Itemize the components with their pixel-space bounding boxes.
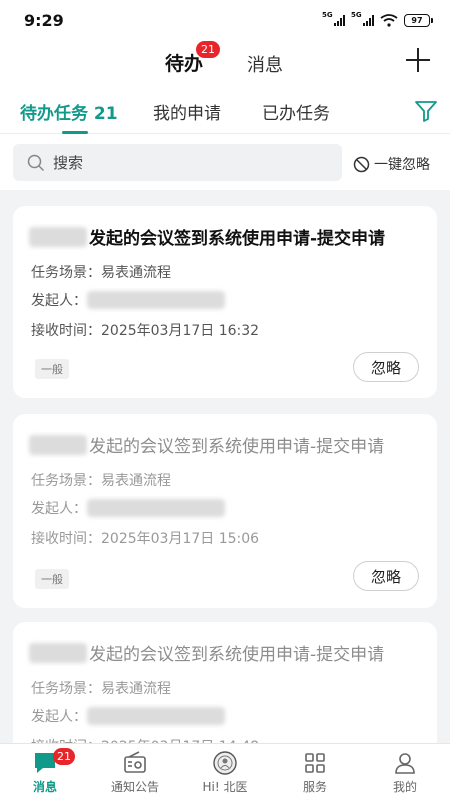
task-initiator: 发起人： <box>31 706 225 726</box>
search-row: 搜索 一键忽略 <box>0 134 450 190</box>
filter-icon[interactable] <box>414 100 438 122</box>
blurred-name <box>29 226 87 247</box>
nav-services[interactable]: 服务 <box>270 744 360 800</box>
subtab-done[interactable]: 已办任务 <box>262 99 330 124</box>
battery-icon: 97 <box>404 13 433 27</box>
nav-notices-label: 通知公告 <box>110 780 159 794</box>
priority-tag: 一般 <box>35 569 69 589</box>
blurred-initiator <box>87 291 225 309</box>
search-icon <box>27 154 45 171</box>
blurred-name <box>29 642 87 663</box>
status-icons: 5G 5G 97 <box>322 11 433 27</box>
signal-icon-2: 5G <box>351 11 374 26</box>
emblem-icon <box>213 751 237 775</box>
ignore-all-label: 一键忽略 <box>374 157 430 173</box>
task-card[interactable]: 发起的会议签到系统使用申请-提交申请 任务场景： 易表通流程 发起人： 接收时间… <box>13 414 437 608</box>
task-time: 接收时间： 2025年03月17日 15:06 <box>31 531 260 547</box>
search-placeholder: 搜索 <box>53 154 84 172</box>
subtab-bar: 待办任务 21 我的申请 已办任务 <box>0 86 450 134</box>
ignore-all-button[interactable]: 一键忽略 <box>353 154 430 174</box>
task-title: 发起的会议签到系统使用申请-提交申请 <box>29 432 384 457</box>
subtab-pending[interactable]: 待办任务 21 <box>20 99 118 124</box>
grid-icon <box>305 753 325 773</box>
signal-icon: 5G <box>322 11 345 26</box>
ignore-button[interactable]: 忽略 <box>353 352 419 382</box>
blurred-initiator <box>87 499 225 517</box>
task-time: 接收时间： 2025年03月17日 16:32 <box>31 323 260 339</box>
ban-icon <box>353 156 370 172</box>
nav-mine-label: 我的 <box>392 780 417 794</box>
battery-level: 97 <box>411 15 423 25</box>
add-icon[interactable] <box>404 46 432 74</box>
status-time: 9:29 <box>24 10 64 30</box>
nav-messages[interactable]: 消息 21 <box>0 744 90 800</box>
status-bar: 9:29 5G 5G 97 <box>0 0 450 40</box>
ignore-button[interactable]: 忽略 <box>353 561 419 591</box>
priority-tag: 一般 <box>35 359 69 379</box>
task-title: 发起的会议签到系统使用申请-提交申请 <box>29 640 384 665</box>
user-icon <box>395 753 415 774</box>
task-initiator: 发起人： <box>31 498 225 518</box>
search-input[interactable]: 搜索 <box>13 144 342 181</box>
task-scene: 任务场景： 易表通流程 <box>31 681 171 697</box>
nav-messages-label: 消息 <box>32 780 57 794</box>
blurred-initiator <box>87 707 225 725</box>
blurred-name <box>29 434 87 455</box>
task-title: 发起的会议签到系统使用申请-提交申请 <box>29 224 385 249</box>
task-initiator: 发起人： <box>31 290 225 310</box>
todo-badge: 21 <box>196 41 220 58</box>
task-scene: 任务场景： 易表通流程 <box>31 473 171 489</box>
nav-services-label: 服务 <box>302 780 327 794</box>
task-card[interactable]: 发起的会议签到系统使用申请-提交申请 任务场景： 易表通流程 发起人： 接收时间… <box>13 622 437 762</box>
nav-hi[interactable]: Hi! 北医 <box>180 744 270 800</box>
task-card[interactable]: 发起的会议签到系统使用申请-提交申请 任务场景： 易表通流程 发起人： 接收时间… <box>13 206 437 398</box>
tab-messages[interactable]: 消息 <box>247 51 283 77</box>
nav-hi-label: Hi! 北医 <box>202 780 248 794</box>
wifi-icon <box>380 13 398 27</box>
bottom-nav: 消息 21 通知公告 Hi! 北医 服务 我的 <box>0 743 450 800</box>
subtab-my-requests[interactable]: 我的申请 <box>153 99 221 124</box>
radio-icon <box>124 751 146 773</box>
task-scene: 任务场景： 易表通流程 <box>31 265 171 281</box>
messages-badge: 21 <box>53 748 75 765</box>
top-header: 待办 21 消息 <box>0 40 450 86</box>
nav-mine[interactable]: 我的 <box>360 744 450 800</box>
nav-notices[interactable]: 通知公告 <box>90 744 180 800</box>
